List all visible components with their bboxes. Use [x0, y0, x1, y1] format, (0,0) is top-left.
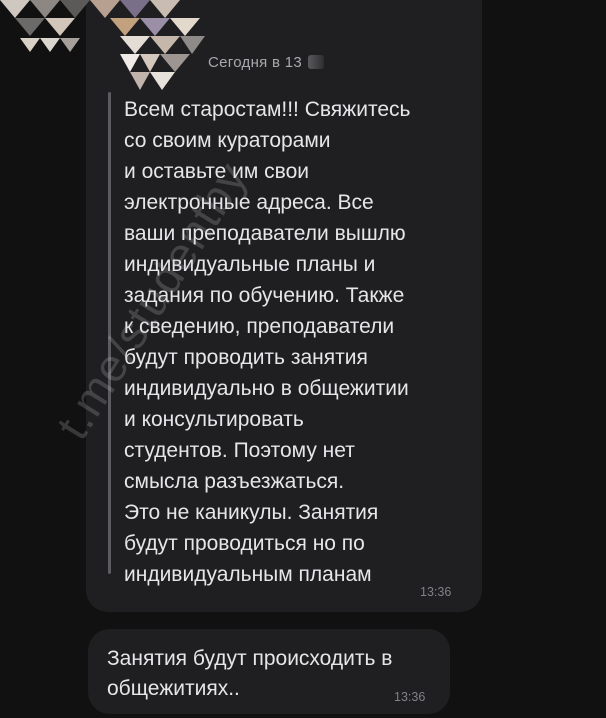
forwarded-sender-time: Сегодня в 13 [208, 53, 303, 71]
second-message-time: 13:36 [394, 690, 426, 704]
blurred-fragment [308, 55, 325, 69]
forwarded-sender-row: Сегодня в 13 [208, 52, 325, 72]
second-message-text: Занятия будут происходить в общежитиях.. [107, 647, 393, 700]
chat-screen: Сегодня в 13 Всем старостам!!! Свяжитесь… [0, 0, 606, 718]
avatar-mosaic-icon [0, 0, 205, 90]
forwarded-message-time: 13:36 [420, 585, 452, 599]
forward-indicator-line [108, 92, 111, 574]
forwarded-message-text: Всем старостам!!! Свяжитесь со своим кур… [124, 98, 411, 586]
blurred-avatar [0, 0, 210, 95]
